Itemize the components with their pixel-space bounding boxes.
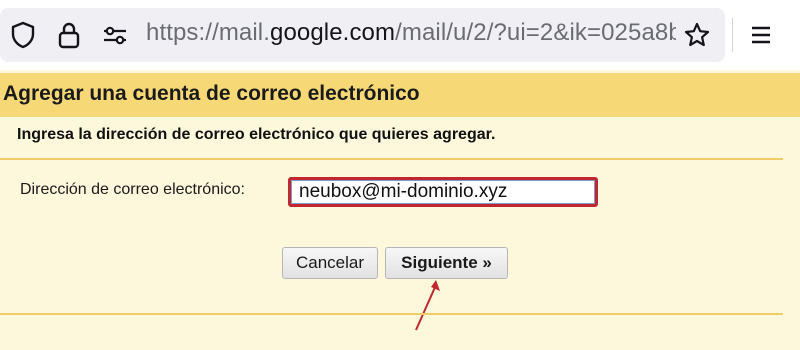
toolbar-divider [732,18,733,52]
email-field-label: Dirección de correo electrónico: [20,181,245,198]
url-domain: google.com [270,19,396,46]
url-prefix: https://mail. [146,19,271,46]
url-text[interactable]: https://mail.google.com/mail/u/2/?ui=2&i… [146,19,676,47]
cancel-button[interactable]: Cancelar [282,247,378,279]
email-field[interactable] [288,177,598,207]
pointer-arrow-icon [415,280,440,331]
url-suffix: /mail/u/2/?ui=2&ik=025a8b [395,19,676,46]
instruction-text: Ingresa la dirección de correo electróni… [17,126,496,143]
dialog-title: Agregar una cuenta de correo electrónico [3,82,420,105]
footer-divider [0,313,783,315]
star-icon[interactable] [680,18,714,52]
section-divider [0,158,783,160]
shield-icon[interactable] [6,18,40,52]
browser-toolbar: https://mail.google.com/mail/u/2/?ui=2&i… [0,0,800,70]
menu-icon[interactable] [744,18,778,52]
lock-icon[interactable] [52,18,86,52]
permissions-icon[interactable] [98,18,132,52]
